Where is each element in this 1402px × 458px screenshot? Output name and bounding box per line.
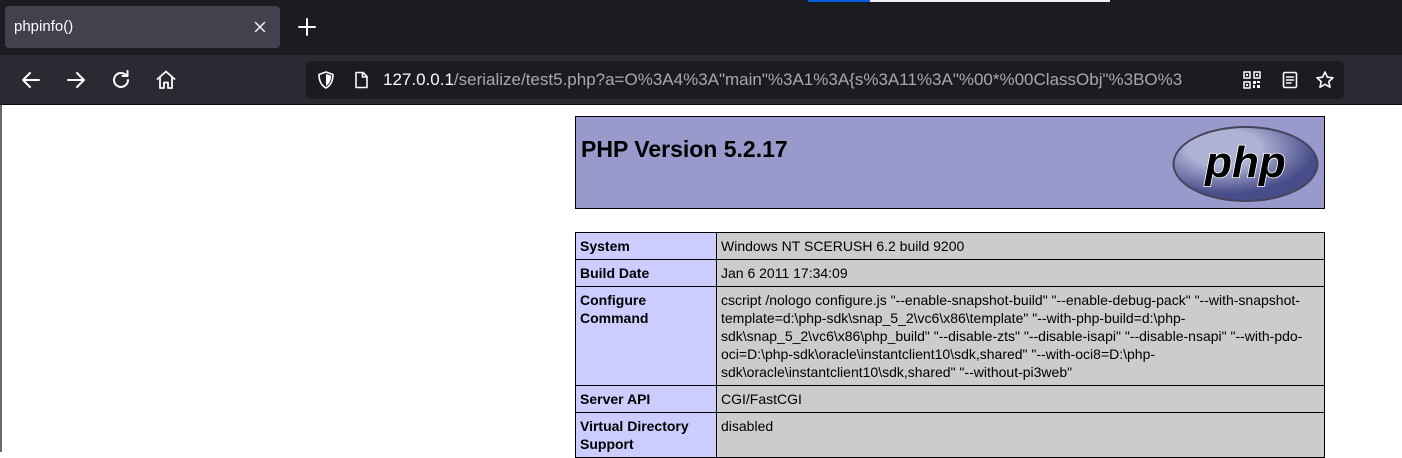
row-value: cscript /nologo configure.js "--enable-s… <box>716 286 1325 386</box>
address-bar[interactable]: 127.0.0.1/serialize/test5.php?a=O%3A4%3A… <box>306 61 1344 99</box>
page-content: PHP Version 5.2.17 php System Windows NT… <box>0 105 1402 458</box>
close-icon[interactable] <box>250 17 270 37</box>
plus-icon[interactable] <box>296 16 318 38</box>
row-value: disabled <box>716 412 1325 458</box>
navigation-toolbar: 127.0.0.1/serialize/test5.php?a=O%3A4%3A… <box>0 55 1402 105</box>
row-key: Server API <box>575 385 717 413</box>
url-text[interactable]: 127.0.0.1/serialize/test5.php?a=O%3A4%3A… <box>383 69 1238 91</box>
shield-icon[interactable] <box>316 70 336 90</box>
qr-code-icon[interactable] <box>1242 70 1262 90</box>
page-icon[interactable] <box>351 70 371 90</box>
row-value: CGI/FastCGI <box>716 385 1325 413</box>
table-row: Virtual Directory Support disabled <box>575 412 1325 458</box>
table-row: System Windows NT SCERUSH 6.2 build 9200 <box>575 232 1325 260</box>
tab-strip-indicator <box>808 0 870 2</box>
arrow-right-icon[interactable] <box>63 67 89 93</box>
tab-strip-indicator <box>870 0 1110 2</box>
star-icon[interactable] <box>1315 70 1335 90</box>
reader-view-icon[interactable] <box>1280 70 1300 90</box>
arrow-left-icon[interactable] <box>18 67 44 93</box>
php-logo-text: php <box>1204 138 1286 187</box>
row-key: Configure Command <box>575 286 717 386</box>
php-logo[interactable]: php <box>1171 125 1320 203</box>
tab-title: phpinfo() <box>14 18 74 35</box>
table-row: Server API CGI/FastCGI <box>575 385 1325 413</box>
php-version-header: PHP Version 5.2.17 php <box>575 116 1325 209</box>
row-value: Jan 6 2011 17:34:09 <box>716 259 1325 287</box>
row-key: Virtual Directory Support <box>575 412 717 458</box>
table-row: Build Date Jan 6 2011 17:34:09 <box>575 259 1325 287</box>
url-host: 127.0.0.1 <box>383 70 454 89</box>
row-key: System <box>575 232 717 260</box>
php-info-table-body: System Windows NT SCERUSH 6.2 build 9200… <box>575 232 1325 458</box>
tab-phpinfo[interactable]: phpinfo() <box>5 6 280 48</box>
window-left-edge <box>0 105 2 452</box>
php-info-table: System Windows NT SCERUSH 6.2 build 9200… <box>575 232 1325 458</box>
url-path: /serialize/test5.php?a=O%3A4%3A"main"%3A… <box>453 70 1183 89</box>
page-title: PHP Version 5.2.17 <box>581 136 788 162</box>
tab-strip: phpinfo() <box>0 0 1402 55</box>
row-key: Build Date <box>575 259 717 287</box>
home-icon[interactable] <box>153 67 179 93</box>
table-row: Configure Command cscript /nologo config… <box>575 286 1325 386</box>
reload-icon[interactable] <box>108 67 134 93</box>
row-value: Windows NT SCERUSH 6.2 build 9200 <box>716 232 1325 260</box>
